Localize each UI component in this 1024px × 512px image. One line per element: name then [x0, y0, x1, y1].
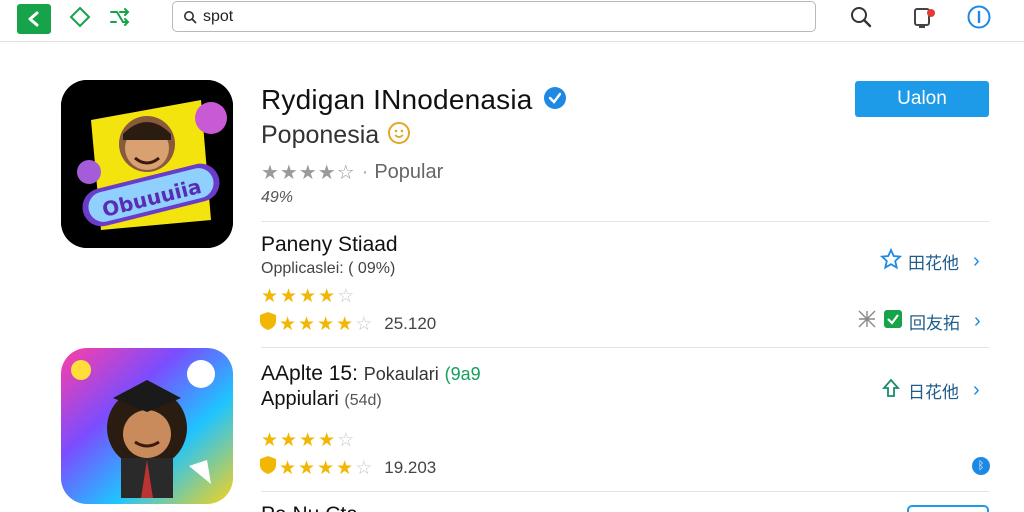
app-title: Rydigan INnodenasia: [261, 84, 533, 115]
verified-badge-icon: [543, 86, 567, 115]
divider: [261, 491, 989, 492]
item-1-action-bottom[interactable]: 回友拓 ›: [857, 309, 981, 334]
green-check-icon: [883, 309, 903, 334]
hero-percent: 49%: [261, 189, 294, 206]
item-1-action-top[interactable]: 田花他 ›: [879, 247, 980, 275]
item-1-stars-top: ★ ★ ★ ★ ☆: [261, 286, 355, 307]
hero-app-icon[interactable]: Obuuuiia: [61, 80, 233, 248]
app-developer[interactable]: Poponesia: [261, 121, 379, 150]
back-button[interactable]: [17, 4, 51, 34]
upload-icon: [880, 377, 902, 404]
shield-icon: [259, 455, 277, 481]
back-arrow-icon: [28, 11, 39, 27]
item-2-title-main: AAplte 15:: [261, 362, 364, 385]
divider: [261, 221, 989, 222]
item-2-title[interactable]: AAplte 15: Pokaulari (9a9: [261, 362, 481, 386]
divider: [261, 347, 989, 348]
shuffle-icon[interactable]: [106, 4, 132, 30]
smiley-icon: [387, 121, 411, 150]
pattern-icon: [857, 309, 877, 334]
item-3-title[interactable]: Pa Nu Cta: [261, 503, 358, 512]
search-field[interactable]: [172, 1, 816, 32]
item-2-stars-top: ★ ★ ★ ★ ☆: [261, 430, 355, 451]
rating-stars: ★★★★☆: [261, 162, 356, 184]
item-1-rating: ★ ★ ★ ★ ☆ 25.120: [259, 311, 436, 337]
notifications-icon[interactable]: [910, 4, 936, 30]
item-2-score: 19.203: [384, 458, 437, 477]
item-3-button[interactable]: [907, 505, 989, 512]
rating-label: Popular: [374, 161, 444, 183]
item-2-rating: ★ ★ ★ ★ ☆ 19.203: [259, 455, 436, 481]
magnifier-icon[interactable]: [848, 4, 874, 30]
bluetooth-icon[interactable]: ᛒ: [972, 457, 990, 475]
item-1-subtitle: Opplicaslei: ( 09%): [261, 260, 396, 277]
item-2-subtitle: Appiulari (54d): [261, 388, 382, 411]
item-2-tag: (9a9: [444, 364, 481, 384]
search-icon: [184, 10, 197, 23]
info-icon[interactable]: [966, 4, 992, 30]
search-input[interactable]: [203, 7, 763, 26]
item-2-subtitle-line1: Appiulari: [261, 388, 339, 410]
install-button[interactable]: Ualon: [855, 81, 989, 117]
item-2-action-top-label: 日花他: [908, 383, 959, 402]
item-2-app-icon[interactable]: [61, 348, 233, 504]
chevron-right-icon: ›: [973, 379, 980, 401]
item-2-subtitle-line2: (54d): [344, 392, 382, 409]
shield-icon: [259, 311, 277, 337]
hero-rating: ★★★★☆ · Popular: [261, 161, 444, 184]
item-1-score: 25.120: [384, 314, 437, 333]
notification-badge: [927, 9, 935, 17]
item-2-action-top[interactable]: 日花他 ›: [880, 377, 980, 404]
chevron-right-icon: ›: [974, 310, 981, 332]
star-outline-icon: [879, 247, 903, 275]
top-bar: [0, 0, 1024, 42]
item-2-title-extra: Pokaulari: [363, 364, 439, 384]
item-1-action-bottom-label: 回友拓: [909, 314, 960, 333]
item-1-title[interactable]: Paneny Stiaad: [261, 233, 398, 257]
item-1-action-top-label: 田花他: [908, 254, 959, 273]
chevron-right-icon: ›: [973, 250, 980, 272]
diamond-icon[interactable]: [67, 4, 93, 30]
